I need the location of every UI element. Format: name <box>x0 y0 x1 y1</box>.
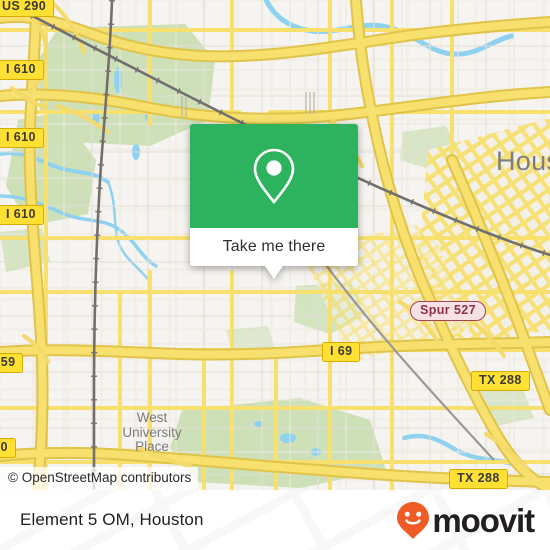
popup-pointer <box>265 266 283 279</box>
footer-bar: Element 5 OM, Houston moovit <box>0 490 550 550</box>
shield-i-610-n[interactable]: I 610 <box>0 60 44 80</box>
shield-tx-288-s[interactable]: TX 288 <box>449 469 508 489</box>
popup-header <box>190 124 358 228</box>
place-line-1: West <box>136 410 168 425</box>
shield-i-610-m[interactable]: I 610 <box>0 128 44 148</box>
shield-tx-288-n[interactable]: TX 288 <box>471 371 530 391</box>
map-label-west-university-place: West University Place <box>112 410 192 455</box>
shield-us-290[interactable]: US 290 <box>0 0 55 17</box>
shield-i-59[interactable]: I 59 <box>0 353 24 373</box>
shield-i-610-sw[interactable]: I 610 <box>0 438 16 458</box>
shield-spur-527[interactable]: Spur 527 <box>410 301 487 321</box>
place-line-3: Place <box>135 439 169 454</box>
moovit-wordmark: moovit <box>432 501 535 539</box>
map-label-city: Houst <box>496 146 550 176</box>
popup-action-label: Take me there <box>222 238 326 255</box>
place-line-2: University <box>122 424 182 440</box>
moovit-map-screen: Houst West University Place US 290 I 610… <box>0 0 550 550</box>
map-attribution[interactable]: © OpenStreetMap contributors <box>0 467 199 490</box>
popup-action-button[interactable]: Take me there <box>190 228 358 266</box>
moovit-smiley-pin-icon <box>397 502 430 539</box>
location-pin-icon <box>253 148 295 205</box>
moovit-brand[interactable]: moovit <box>395 500 535 540</box>
map-canvas[interactable]: Houst West University Place US 290 I 610… <box>0 0 550 490</box>
shield-i-610-s[interactable]: I 610 <box>0 205 44 225</box>
location-title: Element 5 OM, Houston <box>20 510 204 529</box>
location-popup-card[interactable]: Take me there <box>190 124 358 279</box>
shield-i-69[interactable]: I 69 <box>322 342 361 362</box>
